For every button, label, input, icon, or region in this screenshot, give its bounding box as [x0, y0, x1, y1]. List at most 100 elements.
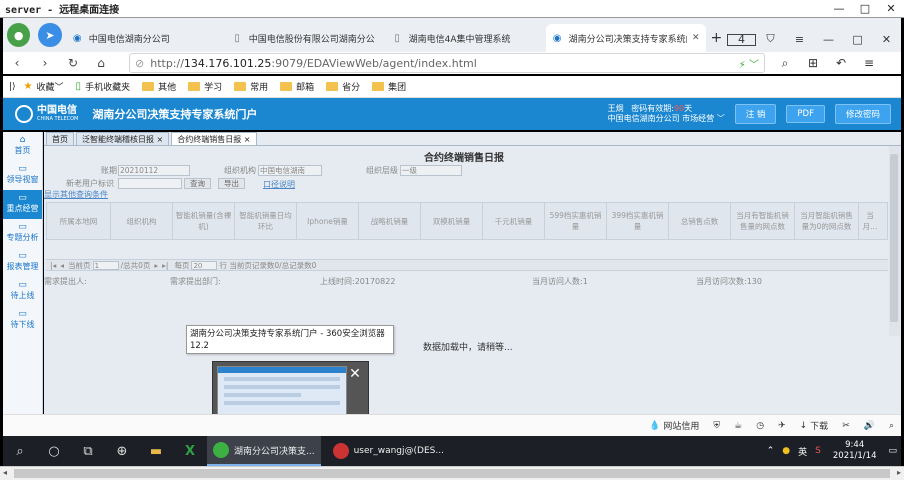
minimize-icon[interactable]: — — [814, 33, 843, 46]
sidebar-item-leader-view[interactable]: ▭ 领导视窗 — [3, 161, 42, 190]
org-select[interactable]: 中国电信湖南 — [258, 165, 322, 176]
remote-horizontal-scrollbar[interactable]: ◂ ▸ — [0, 466, 904, 480]
scrollbar-thumb[interactable] — [14, 469, 890, 478]
scroll-right-icon[interactable]: ▸ — [897, 468, 901, 477]
user-avatar-icon[interactable]: ● — [7, 23, 31, 47]
page-tab-smart-terminal[interactable]: 泛智能终端稽核日报 × — [76, 132, 170, 145]
cut-icon[interactable]: ✂ — [842, 421, 850, 431]
password-expiry-days: 90 — [673, 104, 685, 113]
bookmark-folder[interactable]: 省分 — [326, 80, 360, 93]
restore-icon[interactable]: □ — [843, 33, 872, 46]
last-page-icon[interactable]: ▸| — [162, 261, 168, 270]
sidebar-item-key-ops[interactable]: ▭ 重点经营 — [3, 190, 42, 219]
notification-icon[interactable]: ▭ — [888, 446, 897, 456]
bookmark-favorites[interactable]: ★ 收藏 ﹀ — [24, 80, 64, 93]
user-org[interactable]: 中国电信湖南分公司 市场经营 ﹀ — [608, 114, 725, 124]
sogou-ime-icon[interactable]: S — [815, 446, 821, 456]
query-button[interactable]: 查询 — [184, 178, 211, 189]
prev-page-icon[interactable]: ◂ — [60, 261, 64, 270]
tab-4a-system[interactable]: ▯ 湖南电信4A集中管理系统 — [386, 24, 546, 52]
scroll-left-icon[interactable]: ◂ — [3, 468, 7, 477]
bookmark-folder[interactable]: 邮箱 — [280, 80, 314, 93]
excel-icon[interactable]: X — [173, 444, 207, 459]
security-tray-icon[interactable]: ● — [782, 446, 790, 456]
user-flag-select[interactable] — [118, 178, 182, 189]
page-tab-contract-sales[interactable]: 合约终端销售日报 × — [171, 132, 257, 145]
sidebar-item-topic-analysis[interactable]: ▭ 专题分析 — [3, 219, 42, 248]
bookmark-folder[interactable]: 学习 — [188, 80, 222, 93]
maximize-button[interactable]: □ — [852, 2, 878, 15]
system-clock[interactable]: 9:44 2021/1/14 — [833, 440, 877, 462]
change-password-button[interactable]: 修改密码 — [834, 104, 891, 124]
sound-icon[interactable]: 🔊 — [864, 421, 875, 431]
pdf-button[interactable]: PDF — [786, 105, 825, 123]
cup-icon[interactable]: ☕ — [734, 421, 742, 431]
menu-icon[interactable]: ≡ — [785, 33, 814, 46]
shirt-icon[interactable]: ⛉ — [756, 32, 785, 46]
file-explorer-icon[interactable]: ▬ — [139, 444, 173, 459]
cortana-icon[interactable]: ○ — [37, 444, 71, 459]
site-credit-icon[interactable]: 💧 — [649, 421, 660, 431]
show-more-filters-link[interactable]: 显示其他查询条件 — [44, 189, 108, 200]
report-vertical-scrollbar[interactable] — [889, 146, 900, 336]
taskbar-app-browser[interactable]: 湖南分公司决策支... — [207, 436, 321, 466]
bookmark-mobile[interactable]: ▯ 手机收藏夹 — [76, 80, 131, 93]
bookmark-folder[interactable]: 常用 — [234, 80, 268, 93]
period-input[interactable]: 20210112 — [118, 165, 190, 176]
tray-expand-icon[interactable]: ⌃ — [767, 446, 775, 456]
url-field[interactable]: ⊘ http://134.176.101.25:9079/EDAViewWeb/… — [129, 53, 765, 73]
ime-indicator[interactable]: 英 — [798, 445, 807, 458]
task-view-icon[interactable]: ⧉ — [71, 444, 105, 459]
per-page-input[interactable]: 20 — [191, 260, 218, 270]
bookmark-folder[interactable]: 其他 — [142, 80, 176, 93]
minimize-button[interactable]: — — [826, 2, 852, 15]
bookmark-folder[interactable]: 集团 — [372, 80, 406, 93]
sidebar-item-report-mgmt[interactable]: ▭ 报表管理 — [3, 248, 42, 277]
sidebar-item-pending-online[interactable]: ▭ 待上线 — [3, 277, 42, 306]
close-icon[interactable]: ✕ — [872, 33, 901, 46]
tab-count-button[interactable]: 4 — [727, 33, 757, 46]
tab-telecom-hunan[interactable]: ◉ 中国电信湖南分公司 — [66, 24, 226, 52]
caliber-note-link[interactable]: 口径说明 — [263, 179, 295, 190]
back-icon[interactable]: ‹ — [3, 56, 31, 70]
logout-button[interactable]: 注 销 — [734, 104, 777, 124]
more-menu-icon[interactable]: ≡ — [855, 56, 883, 71]
forward-icon[interactable]: › — [31, 56, 59, 70]
shield-icon[interactable]: ⛨ — [713, 421, 720, 431]
tab-close-icon[interactable]: ✕ — [692, 33, 700, 43]
logo-en: CHINA TELECOM — [37, 116, 79, 122]
undo-icon[interactable]: ↶ — [827, 56, 855, 71]
taskbar-app-remote[interactable]: user_wangj@(DES... — [327, 436, 450, 466]
clock-icon[interactable]: ◷ — [756, 421, 764, 431]
search-icon[interactable]: ⌕ — [771, 56, 799, 71]
next-page-icon[interactable]: ▸ — [154, 261, 158, 270]
close-button[interactable]: ✕ — [878, 2, 904, 15]
scrollbar-thumb[interactable] — [890, 154, 898, 322]
magnifier-icon[interactable]: ⊕ — [105, 444, 139, 459]
send-icon[interactable]: ➤ — [38, 23, 62, 47]
sidebar-toggle-icon[interactable]: |⟩ — [9, 82, 16, 92]
home-icon[interactable]: ⌂ — [87, 56, 115, 70]
apps-grid-icon[interactable]: ⊞ — [799, 56, 827, 71]
download-icon[interactable]: ↓ — [800, 421, 808, 431]
refresh-icon[interactable]: ↻ — [59, 56, 87, 70]
speed-mode-icon[interactable]: ⚡ ﹀ — [739, 56, 759, 71]
zoom-icon[interactable]: ⌕ — [889, 421, 894, 431]
tab-decision-portal[interactable]: ◉ 湖南分公司决策支持专家系统门 ✕ — [545, 24, 706, 52]
sidebar-item-home[interactable]: ⌂ 首页 — [3, 132, 42, 161]
tab-telecom-ltd[interactable]: ▯ 中国电信股份有限公司湖南分公 — [226, 24, 386, 52]
export-button[interactable]: 导出 — [218, 178, 245, 189]
sidebar-item-label: 报表管理 — [6, 262, 39, 271]
thumbnail-close-icon[interactable]: ✕ — [346, 365, 364, 383]
rocket-icon[interactable]: ✈ — [778, 421, 786, 431]
download-label[interactable]: 下载 — [810, 419, 828, 432]
search-icon[interactable]: ⌕ — [3, 444, 37, 459]
site-credit-label[interactable]: 网站信用 — [663, 419, 699, 432]
new-tab-button[interactable]: + — [706, 30, 727, 52]
online-time: 上线时间:20170822 — [320, 277, 396, 286]
first-page-icon[interactable]: |◂ — [50, 261, 56, 270]
level-select[interactable]: 一级 — [400, 165, 462, 176]
page-tab-home[interactable]: 首页 — [46, 132, 74, 145]
current-page-input[interactable]: 1 — [92, 260, 119, 270]
sidebar-item-pending-offline[interactable]: ▭ 待下线 — [3, 306, 42, 335]
